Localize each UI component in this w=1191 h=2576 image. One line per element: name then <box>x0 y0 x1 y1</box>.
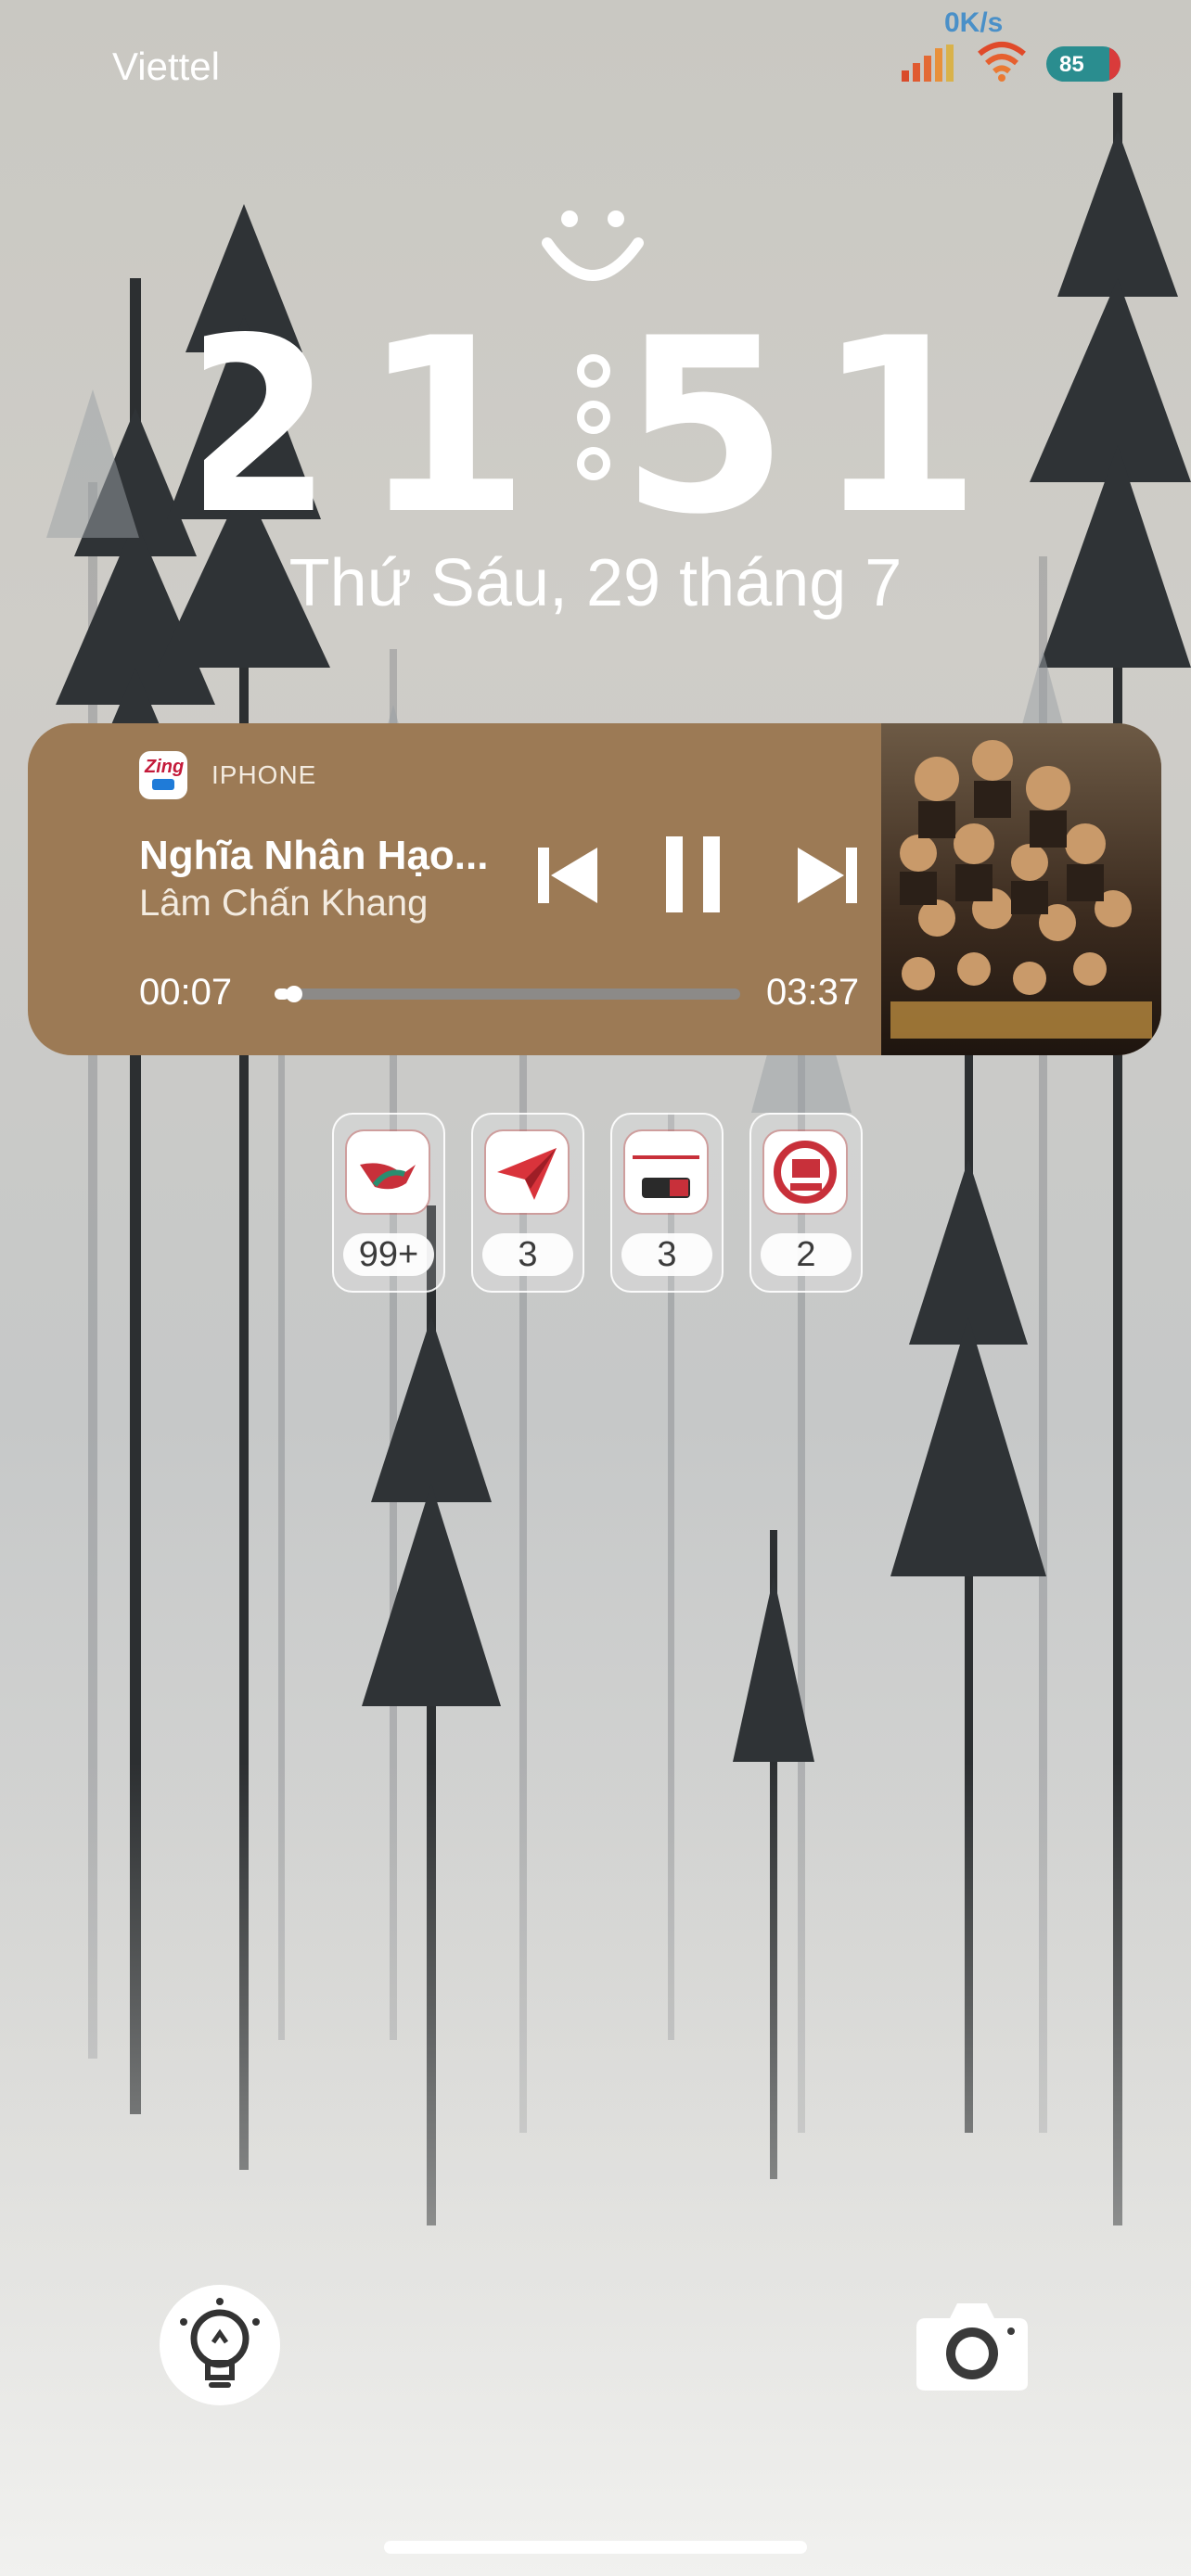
battery-level: 85 <box>1059 52 1084 77</box>
clock-hours: 21 <box>204 306 557 529</box>
previous-track-button[interactable] <box>534 842 601 909</box>
playback-progress-knob[interactable] <box>286 986 303 1002</box>
playback-progress-slider[interactable] <box>275 986 740 1002</box>
playback-source-label: IPHONE <box>211 760 317 789</box>
app-shortcut-4[interactable]: 2 <box>749 1113 863 1293</box>
camera-icon[interactable] <box>913 2298 1031 2394</box>
notification-count: 2 <box>761 1233 852 1276</box>
notification-count: 3 <box>482 1233 573 1276</box>
app-shortcut-1[interactable]: 99+ <box>332 1113 445 1293</box>
elapsed-time: 00:07 <box>139 972 233 1013</box>
bao-moi-24h-app-icon[interactable] <box>625 1131 707 1213</box>
notification-count: 3 <box>621 1233 712 1276</box>
zing-mp3-icon[interactable]: Zing <box>139 751 187 799</box>
app-shortcut-2[interactable]: 3 <box>471 1113 584 1293</box>
next-track-button[interactable] <box>794 842 861 909</box>
flashlight-button[interactable] <box>160 2285 280 2405</box>
clock-minutes: 51 <box>621 306 965 529</box>
home-indicator[interactable] <box>384 2541 807 2554</box>
wifi-icon <box>978 42 1026 82</box>
flashlight-icon <box>180 2298 260 2388</box>
network-speed: 0K/s <box>944 7 1004 38</box>
carrier-name: Viettel <box>112 45 220 88</box>
lock-screen-date: Thứ Sáu, 29 tháng 7 <box>288 546 903 620</box>
track-duration: 03:37 <box>766 972 860 1013</box>
now-playing-widget[interactable]: Zing IPHONE Nghĩa Nhân Hạo... Lâm Chấn K… <box>28 723 1161 1055</box>
battery-indicator: 85 <box>1046 46 1121 82</box>
swallow-bird-app-icon[interactable] <box>347 1131 429 1213</box>
paper-plane-app-icon[interactable] <box>486 1131 568 1213</box>
pause-button[interactable] <box>660 833 725 916</box>
song-title: Nghĩa Nhân Hạo... <box>139 833 489 878</box>
notification-count: 99+ <box>343 1233 434 1276</box>
app-shortcut-3[interactable]: 3 <box>610 1113 724 1293</box>
song-artist: Lâm Chấn Khang <box>139 883 429 924</box>
album-artwork[interactable] <box>881 723 1161 1055</box>
cellular-signal-icon <box>902 45 954 82</box>
smiley-face-icon <box>542 210 644 281</box>
24h-tin-tuc-app-icon[interactable] <box>764 1131 846 1213</box>
lock-screen-clock: 21 51 <box>204 306 965 529</box>
